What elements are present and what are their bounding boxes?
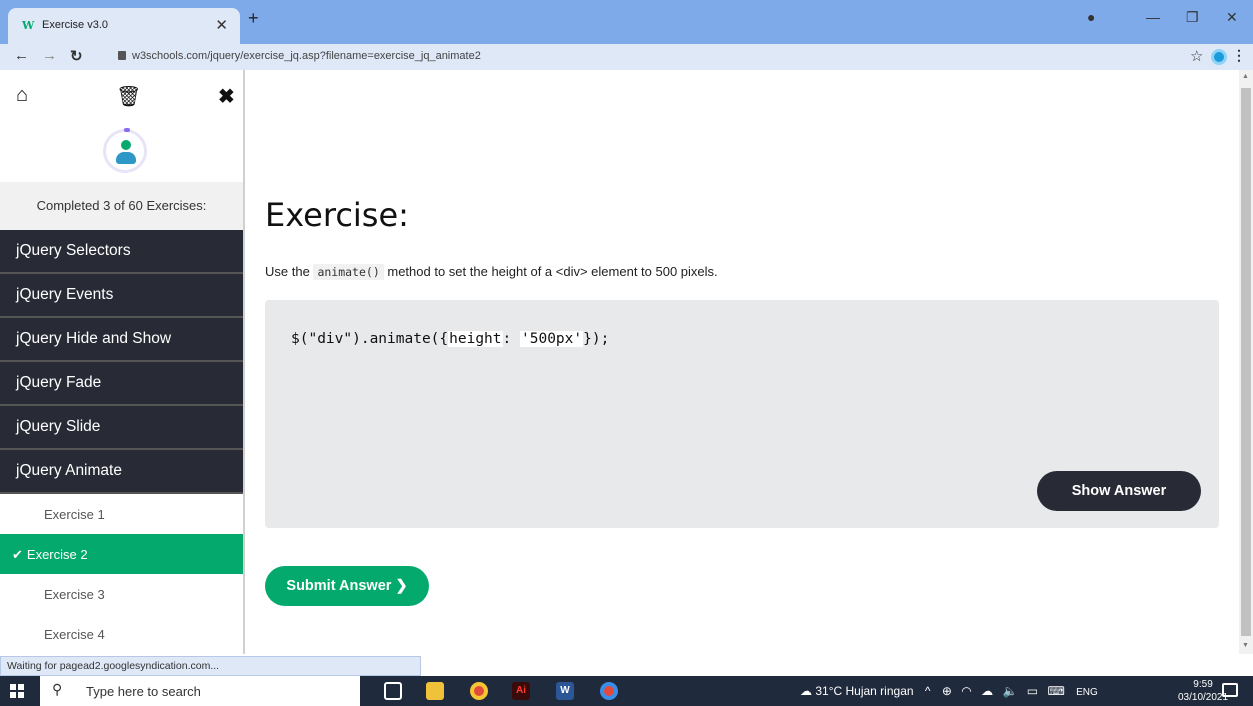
checkmark-icon: ✔ [12, 547, 23, 562]
system-tray: ☁ 31°C Hujan ringan ^ ⊕ ◠ ☁ 🔈 ▭ ⌨ ENG [800, 684, 1098, 698]
language-indicator[interactable]: ENG [1076, 687, 1098, 698]
code-editor-box: $("div").animate({height: '500px'}); Sho… [265, 300, 1219, 528]
chrome-icon[interactable] [470, 682, 488, 700]
tray-app-icon[interactable]: ⊕ [942, 684, 952, 698]
answer-input-2[interactable]: '500px' [520, 331, 584, 347]
home-icon[interactable]: ⌂ [16, 84, 28, 107]
code-prefix: $("div").animate({ [291, 331, 449, 347]
file-explorer-icon[interactable] [426, 682, 444, 700]
show-answer-button[interactable]: Show Answer [1037, 471, 1201, 511]
clock-time: 9:59 [1193, 679, 1213, 690]
restore-icon[interactable]: ❐ [1186, 9, 1199, 26]
task-view-icon[interactable] [384, 682, 402, 700]
exercise-main: Exercise: Use the animate() method to se… [245, 70, 1239, 654]
cloud-icon[interactable]: ☁ [981, 684, 993, 698]
sidebar-item-jquery-fade[interactable]: jQuery Fade [0, 362, 243, 406]
adobe-illustrator-icon[interactable]: Ai [512, 682, 530, 700]
progress-text: Completed 3 of 60 Exercises: [0, 182, 243, 230]
exercise-instruction: Use the animate() method to set the heig… [265, 264, 718, 280]
code-line: $("div").animate({height: '500px'}); [291, 331, 609, 347]
scroll-down-icon[interactable]: ▼ [1242, 642, 1249, 649]
reload-icon[interactable]: ↻ [70, 47, 83, 65]
submit-answer-button[interactable]: Submit Answer ❯ [265, 566, 429, 606]
instruction-code: animate() [313, 264, 384, 280]
keyboard-icon[interactable]: ⌨ [1047, 684, 1064, 698]
new-tab-icon[interactable]: + [248, 8, 259, 29]
word-icon[interactable]: W [556, 682, 574, 700]
page-scrollbar[interactable]: ▲ ▼ [1239, 70, 1253, 654]
bookmark-star-icon[interactable]: ☆ [1190, 47, 1203, 65]
taskbar-search-box[interactable]: ⚲ Type here to search [40, 676, 360, 706]
profile-icon[interactable]: ● [1087, 9, 1095, 25]
search-placeholder: Type here to search [86, 684, 201, 699]
avatar-progress-marker [124, 128, 130, 132]
browser-status-bar: Waiting for pagead2.googlesyndication.co… [0, 656, 421, 676]
minimize-icon[interactable]: — [1146, 9, 1160, 25]
browser-tab[interactable]: W Exercise v3.0 ✕ [8, 8, 240, 44]
close-sidebar-icon[interactable]: ✖ [218, 84, 235, 109]
windows-taskbar: ⚲ Type here to search Ai W ☁ 31°C Hujan … [0, 676, 1253, 706]
scroll-up-icon[interactable]: ▲ [1242, 73, 1249, 80]
answer-input-1[interactable]: height [448, 331, 503, 347]
sidebar-exercise-4[interactable]: Exercise 4 [0, 614, 243, 654]
lock-icon [118, 51, 126, 60]
chrome-profile-icon[interactable] [600, 682, 618, 700]
weather-text[interactable]: 31°C Hujan ringan [815, 684, 913, 698]
battery-icon[interactable]: ▭ [1027, 684, 1038, 698]
avatar-body [116, 152, 136, 164]
sidebar-exercise-3[interactable]: Exercise 3 [0, 574, 243, 614]
wifi-icon[interactable]: ◠ [961, 684, 971, 698]
window-close-icon[interactable]: ✕ [1226, 9, 1238, 26]
windows-start-icon[interactable] [10, 684, 24, 698]
search-icon: ⚲ [52, 681, 63, 697]
code-suffix: }); [583, 331, 610, 347]
volume-icon[interactable]: 🔈 [1002, 684, 1017, 698]
user-avatar-icon[interactable] [103, 128, 147, 173]
back-icon[interactable]: ← [14, 47, 29, 64]
taskbar-clock[interactable]: 9:59 03/10/2021 [1178, 678, 1228, 704]
clock-date: 03/10/2021 [1178, 692, 1229, 703]
sidebar-item-jquery-hide-and-show[interactable]: jQuery Hide and Show [0, 318, 243, 362]
w3schools-favicon-icon: W [22, 19, 35, 32]
notification-icon[interactable] [1222, 683, 1238, 697]
extension-icon[interactable] [1211, 49, 1227, 65]
sidebar-header: ⌂ 🗑 ✖ [0, 70, 243, 182]
scrollbar-thumb[interactable] [1241, 88, 1251, 636]
instruction-pre: Use the [265, 264, 310, 279]
url-field[interactable]: w3schools.com/jquery/exercise_jq.asp?fil… [118, 50, 481, 62]
address-bar-row: ← → ↻ w3schools.com/jquery/exercise_jq.a… [0, 44, 1253, 70]
page-title: Exercise: [265, 196, 409, 234]
browser-menu-icon[interactable]: ⋮ [1232, 47, 1246, 64]
sidebar-item-jquery-animate[interactable]: jQuery Animate [0, 450, 243, 494]
sidebar-item-jquery-events[interactable]: jQuery Events [0, 274, 243, 318]
browser-tab-strip: W Exercise v3.0 ✕ + ● — ❐ ✕ [0, 0, 1253, 44]
code-middle: : [502, 331, 520, 347]
sidebar-exercise-2[interactable]: ✔ Exercise 2 [0, 534, 243, 574]
tray-chevron-icon[interactable]: ^ [925, 684, 931, 698]
weather-icon[interactable]: ☁ [800, 684, 812, 698]
instruction-post: method to set the height of a <div> elem… [387, 264, 718, 279]
avatar-head [121, 140, 131, 150]
sidebar-item-jquery-slide[interactable]: jQuery Slide [0, 406, 243, 450]
sidebar-item-jquery-selectors[interactable]: jQuery Selectors [0, 230, 243, 274]
exercise-label: Exercise 2 [26, 547, 88, 562]
sidebar-exercise-1[interactable]: Exercise 1 [0, 494, 243, 534]
trash-icon[interactable]: 🗑 [116, 84, 141, 109]
tab-close-icon[interactable]: ✕ [215, 16, 228, 34]
exercise-sidebar: ⌂ 🗑 ✖ Completed 3 of 60 Exercises: jQuer… [0, 70, 245, 654]
url-text: w3schools.com/jquery/exercise_jq.asp?fil… [132, 50, 481, 62]
forward-icon[interactable]: → [42, 47, 57, 64]
tab-title: Exercise v3.0 [42, 19, 109, 31]
